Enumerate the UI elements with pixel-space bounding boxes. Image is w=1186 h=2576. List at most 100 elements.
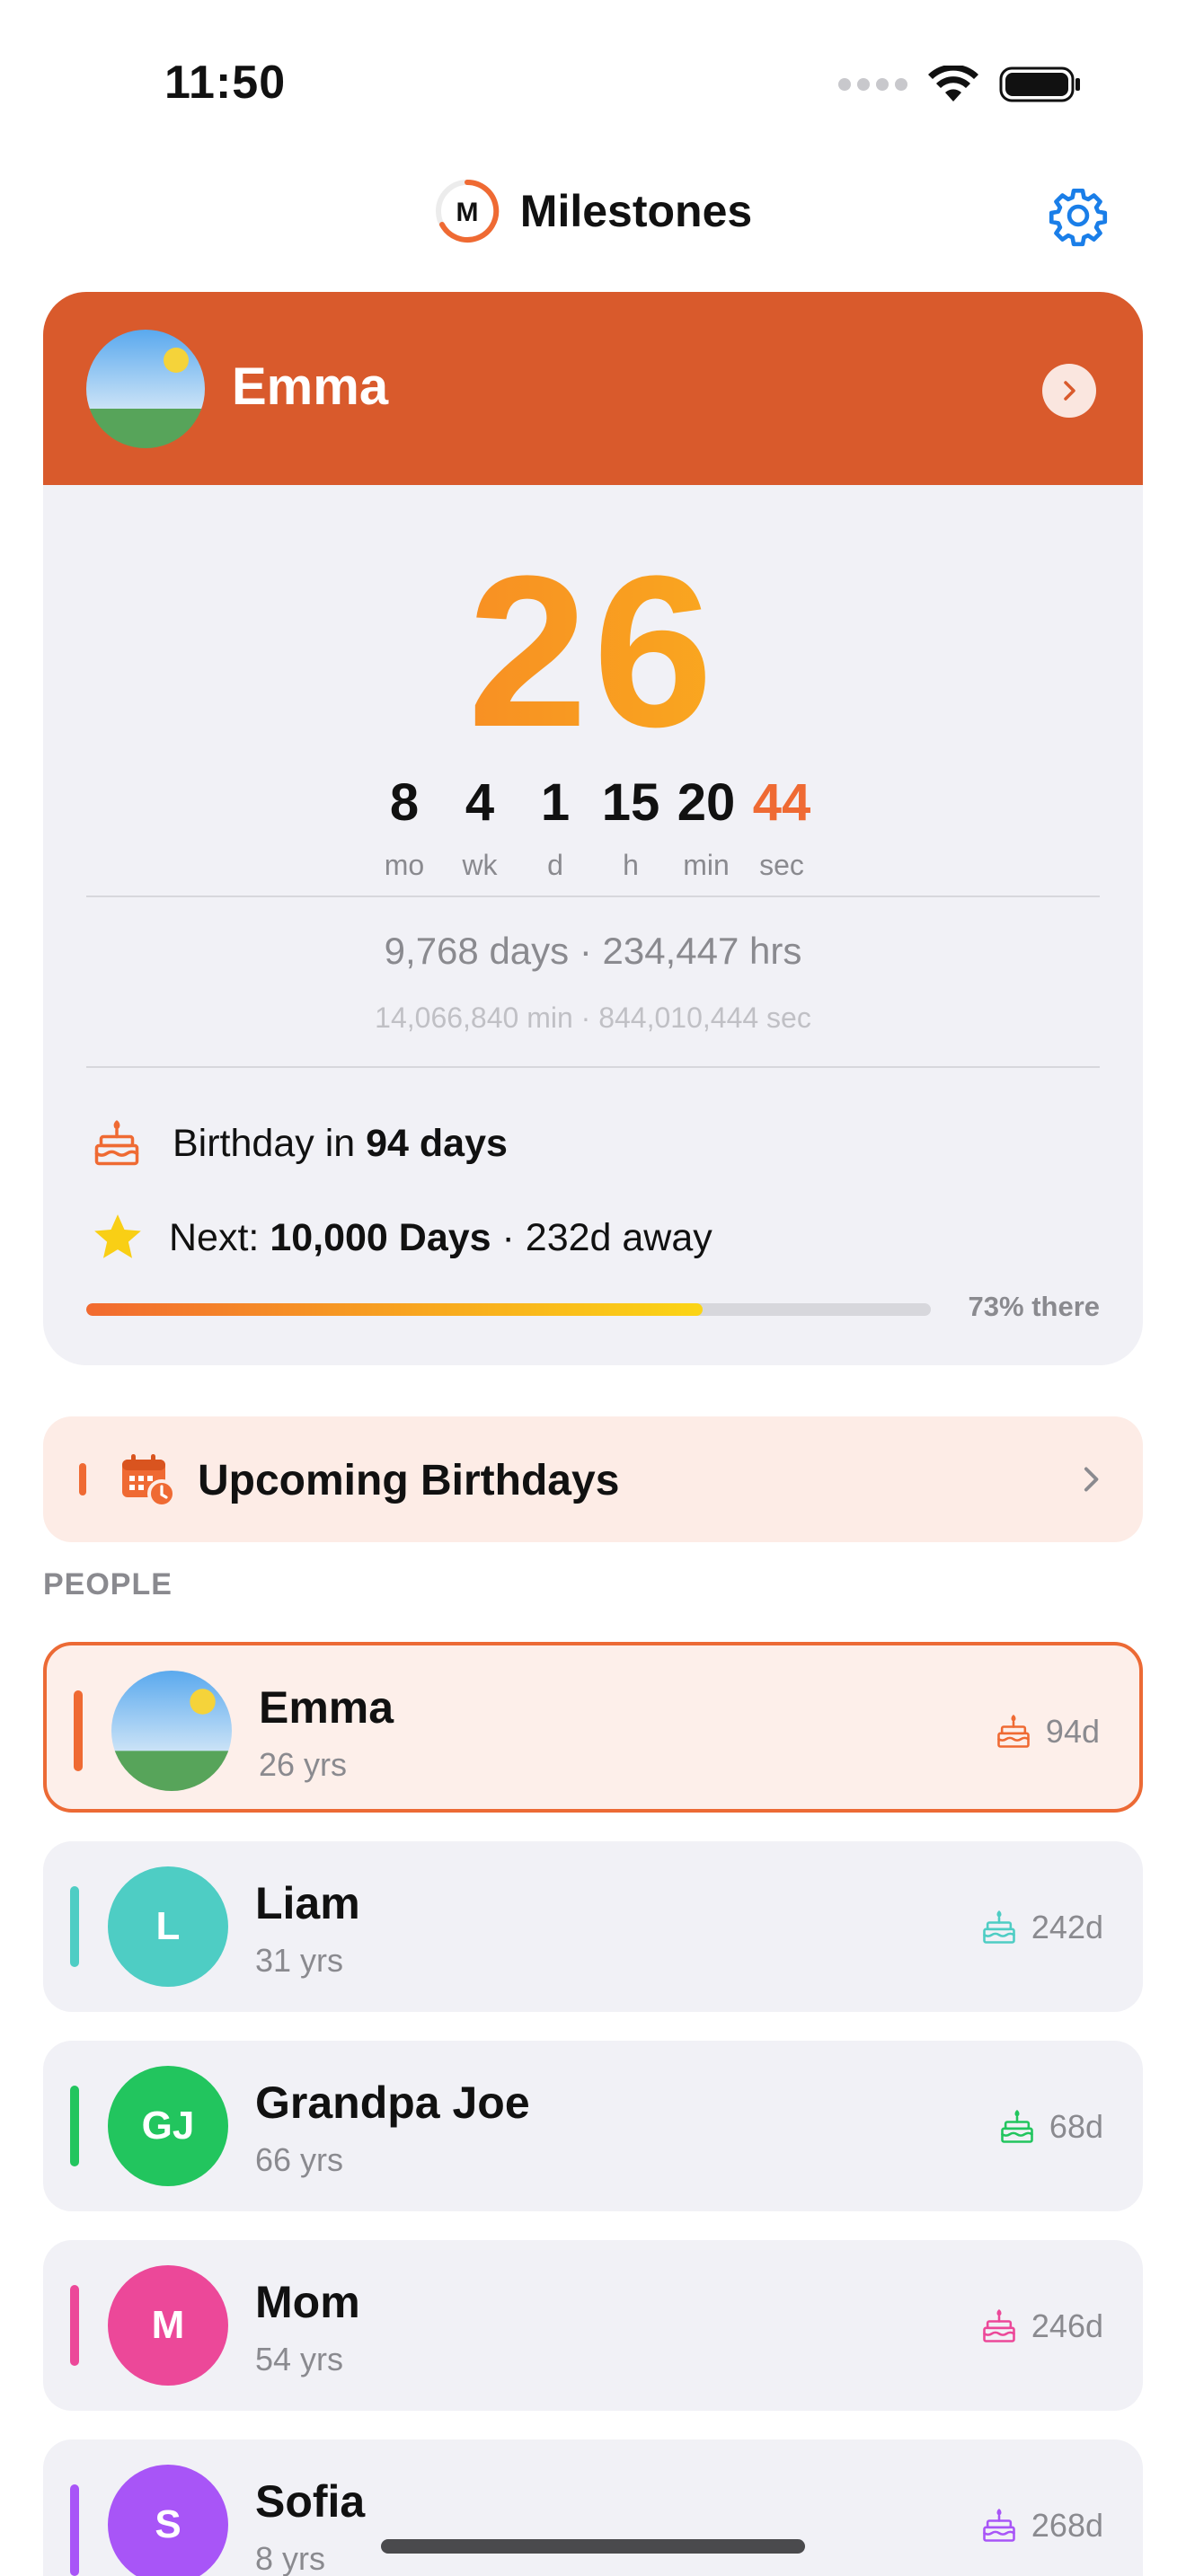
unit-seconds: 44 sec (744, 777, 819, 882)
milestone-progress-bar (86, 1303, 931, 1316)
status-time: 11:50 (164, 57, 287, 109)
unit-label: d (547, 849, 563, 881)
status-icons (838, 65, 1082, 104)
star-icon (94, 1214, 141, 1258)
featured-person-card[interactable]: Emma 26 8 mo 4 wk 1 d 15 h 20 min 44 sec… (43, 292, 1143, 1365)
gear-icon (1049, 188, 1108, 247)
color-bar (70, 2086, 79, 2166)
unit-value: 15 (601, 773, 660, 832)
birthday-countdown: 68d (997, 2107, 1103, 2147)
unit-months: 8 mo (367, 777, 442, 882)
avatar (86, 330, 205, 448)
unit-hours: 15 h (593, 777, 668, 882)
nav-title-group: M Milestones (0, 178, 1186, 244)
birthday-value: 94 days (366, 1121, 508, 1165)
person-age: 26 yrs (259, 1746, 348, 1783)
list-item[interactable]: L Liam 31 yrs 242d (43, 1841, 1143, 2012)
unit-label: mo (384, 849, 425, 881)
days-until-birthday: 242d (1031, 1909, 1103, 1945)
cake-icon (983, 2309, 1015, 2342)
unit-minutes: 20 min (668, 777, 744, 882)
cake-icon (983, 2509, 1015, 2542)
avatar: S (108, 2465, 228, 2576)
person-name: Sofia (255, 2476, 366, 2527)
unit-weeks: 4 wk (442, 777, 518, 882)
age-years: 26 (43, 543, 1143, 759)
person-age: 31 yrs (255, 1942, 344, 1979)
color-bar (70, 1886, 79, 1967)
color-bar (70, 2484, 79, 2576)
totals-secondary: 14,066,840 min · 844,010,444 sec (375, 1001, 811, 1034)
divider (86, 1066, 1100, 1068)
list-item[interactable]: Emma 26 yrs 94d (43, 1642, 1143, 1813)
open-person-button[interactable] (1042, 364, 1096, 418)
birthday-countdown: Birthday in 94 days (90, 1116, 508, 1170)
color-bar (74, 1690, 83, 1771)
birthday-countdown: 268d (979, 2506, 1103, 2545)
unit-value: 8 (389, 773, 420, 832)
avatar (111, 1671, 232, 1791)
next-milestone-text: Next: 10,000 Days · 232d away (169, 1216, 712, 1260)
unit-value: 1 (540, 773, 571, 832)
avatar: GJ (108, 2066, 228, 2186)
next-prefix: Next: (169, 1215, 270, 1259)
cake-icon (94, 1120, 139, 1166)
person-age: 8 yrs (255, 2540, 326, 2576)
nav-bar: M Milestones (0, 162, 1186, 269)
chevron-right-icon (1084, 1467, 1099, 1492)
featured-person-header[interactable]: Emma (43, 292, 1143, 485)
birthday-countdown: 246d (979, 2307, 1103, 2346)
people-section-header: PEOPLE (43, 1567, 173, 1601)
battery-icon (999, 66, 1080, 102)
unit-label: wk (462, 849, 498, 881)
unit-label: sec (759, 849, 804, 881)
next-milestone: Next: 10,000 Days · 232d away (90, 1210, 712, 1266)
accent-bar (79, 1463, 86, 1495)
person-age: 66 yrs (255, 2141, 344, 2178)
unit-value: 20 (677, 773, 736, 832)
cake-icon (1001, 2110, 1033, 2143)
person-age: 54 yrs (255, 2341, 344, 2378)
chevron-right-icon (1064, 381, 1075, 401)
upcoming-birthdays-button[interactable]: Upcoming Birthdays (43, 1416, 1143, 1542)
list-item[interactable]: S Sofia 8 yrs 268d (43, 2439, 1143, 2576)
birthday-prefix: Birthday in (173, 1121, 367, 1165)
calendar-clock-icon (122, 1454, 176, 1508)
birthday-countdown: 242d (979, 1908, 1103, 1947)
unit-value: 4 (465, 773, 495, 832)
age-breakdown: 8 mo 4 wk 1 d 15 h 20 min 44 sec (43, 777, 1143, 882)
svg-text:M: M (456, 198, 478, 227)
days-until-birthday: 68d (1049, 2108, 1103, 2145)
wifi-icon (928, 66, 978, 101)
totals-primary: 9,768 days · 234,447 hrs (384, 930, 802, 972)
days-until-birthday: 94d (1045, 1713, 1100, 1750)
avatar: L (108, 1866, 228, 1987)
cellular-signal-icon (838, 78, 907, 91)
milestone-progress-label: 73% there (968, 1291, 1100, 1322)
unit-days: 1 d (518, 777, 593, 882)
home-indicator[interactable] (381, 2539, 805, 2554)
cake-icon (997, 1715, 1030, 1748)
page-title: Milestones (519, 186, 753, 236)
unit-label: min (683, 849, 730, 881)
color-bar (70, 2285, 79, 2366)
settings-button[interactable] (1044, 181, 1112, 250)
featured-person-name: Emma (232, 357, 389, 416)
unit-value: 44 (752, 773, 811, 832)
person-name: Grandpa Joe (255, 2078, 530, 2128)
days-until-birthday: 246d (1031, 2307, 1103, 2344)
avatar: M (108, 2265, 228, 2386)
app-logo-icon: M (435, 179, 500, 243)
list-item[interactable]: GJ Grandpa Joe 66 yrs 68d (43, 2041, 1143, 2211)
days-until-birthday: 268d (1031, 2507, 1103, 2544)
cake-icon (983, 1910, 1015, 1944)
upcoming-birthdays-label: Upcoming Birthdays (198, 1457, 620, 1504)
milestone-progress-fill (86, 1303, 704, 1316)
birthday-countdown: 94d (994, 1712, 1100, 1751)
person-name: Liam (255, 1878, 360, 1928)
next-value: 10,000 Days (270, 1215, 491, 1259)
person-name: Mom (255, 2277, 360, 2327)
next-suffix: · 232d away (491, 1215, 712, 1259)
list-item[interactable]: M Mom 54 yrs 246d (43, 2240, 1143, 2411)
unit-label: h (623, 849, 639, 881)
